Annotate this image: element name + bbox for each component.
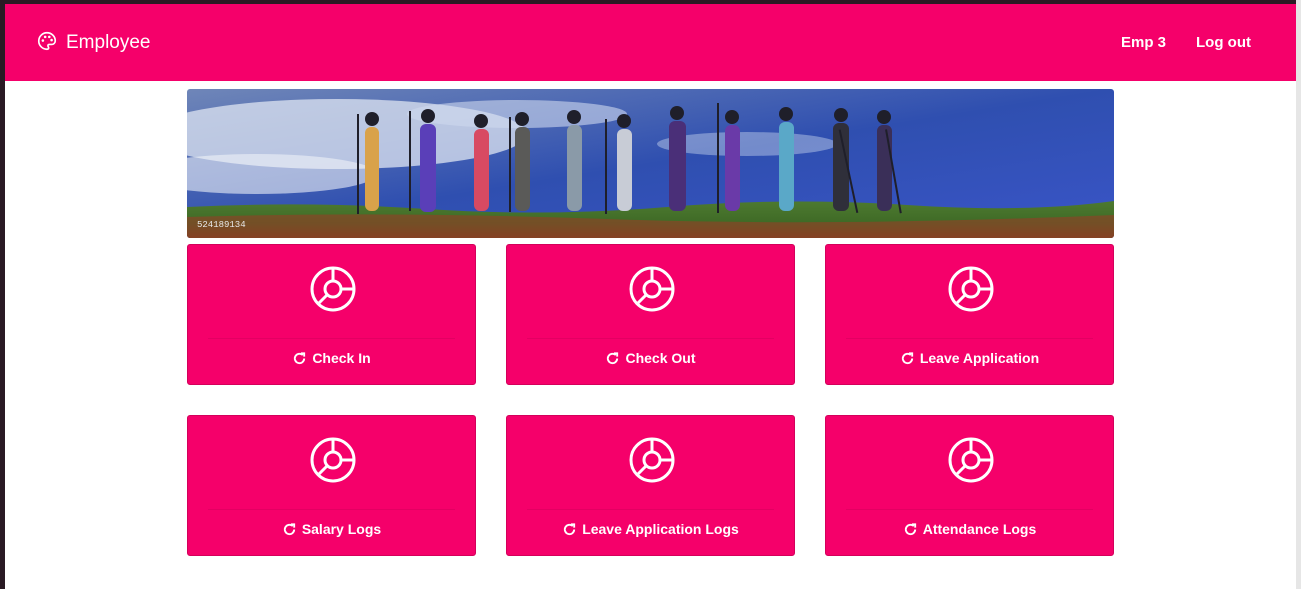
card-divider bbox=[208, 509, 455, 510]
card-salary-logs[interactable]: Salary Logs bbox=[187, 415, 476, 556]
hero-banner-image: 524189134 bbox=[187, 89, 1114, 238]
scrollbar-track[interactable] bbox=[1296, 0, 1301, 589]
card-check-in[interactable]: Check In bbox=[187, 244, 476, 385]
card-divider bbox=[846, 338, 1093, 339]
card-check-out[interactable]: Check Out bbox=[506, 244, 795, 385]
card-label: Leave Application Logs bbox=[582, 521, 739, 537]
refresh-icon bbox=[901, 351, 913, 364]
card-leave-application-logs[interactable]: Leave Application Logs bbox=[506, 415, 795, 556]
donut-chart-icon bbox=[629, 266, 675, 312]
card-divider bbox=[527, 509, 774, 510]
donut-chart-icon bbox=[310, 266, 356, 312]
brand[interactable]: Employee bbox=[36, 31, 151, 54]
top-navbar: Employee Emp 3 Log out bbox=[5, 4, 1296, 81]
card-footer[interactable]: Leave Application bbox=[826, 350, 1113, 366]
card-label: Check Out bbox=[625, 350, 696, 366]
refresh-icon bbox=[294, 351, 306, 364]
card-footer[interactable]: Leave Application Logs bbox=[507, 521, 794, 537]
card-leave-application[interactable]: Leave Application bbox=[825, 244, 1114, 385]
card-footer[interactable]: Check Out bbox=[507, 350, 794, 366]
logout-link[interactable]: Log out bbox=[1196, 34, 1251, 51]
refresh-icon bbox=[904, 522, 916, 535]
donut-chart-icon bbox=[948, 437, 994, 483]
refresh-icon bbox=[564, 522, 576, 535]
donut-chart-icon bbox=[629, 437, 675, 483]
card-footer[interactable]: Check In bbox=[188, 350, 475, 366]
palette-icon bbox=[38, 31, 57, 51]
refresh-icon bbox=[607, 351, 619, 364]
card-label: Salary Logs bbox=[301, 521, 382, 537]
card-footer[interactable]: Attendance Logs bbox=[826, 521, 1113, 537]
refresh-icon bbox=[283, 522, 295, 535]
banner-watermark: 524189134 bbox=[197, 220, 246, 230]
card-attendance-logs[interactable]: Attendance Logs bbox=[825, 415, 1114, 556]
card-footer[interactable]: Salary Logs bbox=[188, 521, 475, 537]
donut-chart-icon bbox=[310, 437, 356, 483]
user-menu-link[interactable]: Emp 3 bbox=[1121, 34, 1166, 51]
card-divider bbox=[527, 338, 774, 339]
brand-title: Employee bbox=[66, 32, 151, 53]
card-label: Attendance Logs bbox=[922, 521, 1037, 537]
window-left-edge bbox=[0, 0, 5, 589]
card-divider bbox=[846, 509, 1093, 510]
card-label: Leave Application bbox=[919, 350, 1040, 366]
card-divider bbox=[208, 338, 455, 339]
card-label: Check In bbox=[312, 350, 371, 366]
donut-chart-icon bbox=[948, 266, 994, 312]
